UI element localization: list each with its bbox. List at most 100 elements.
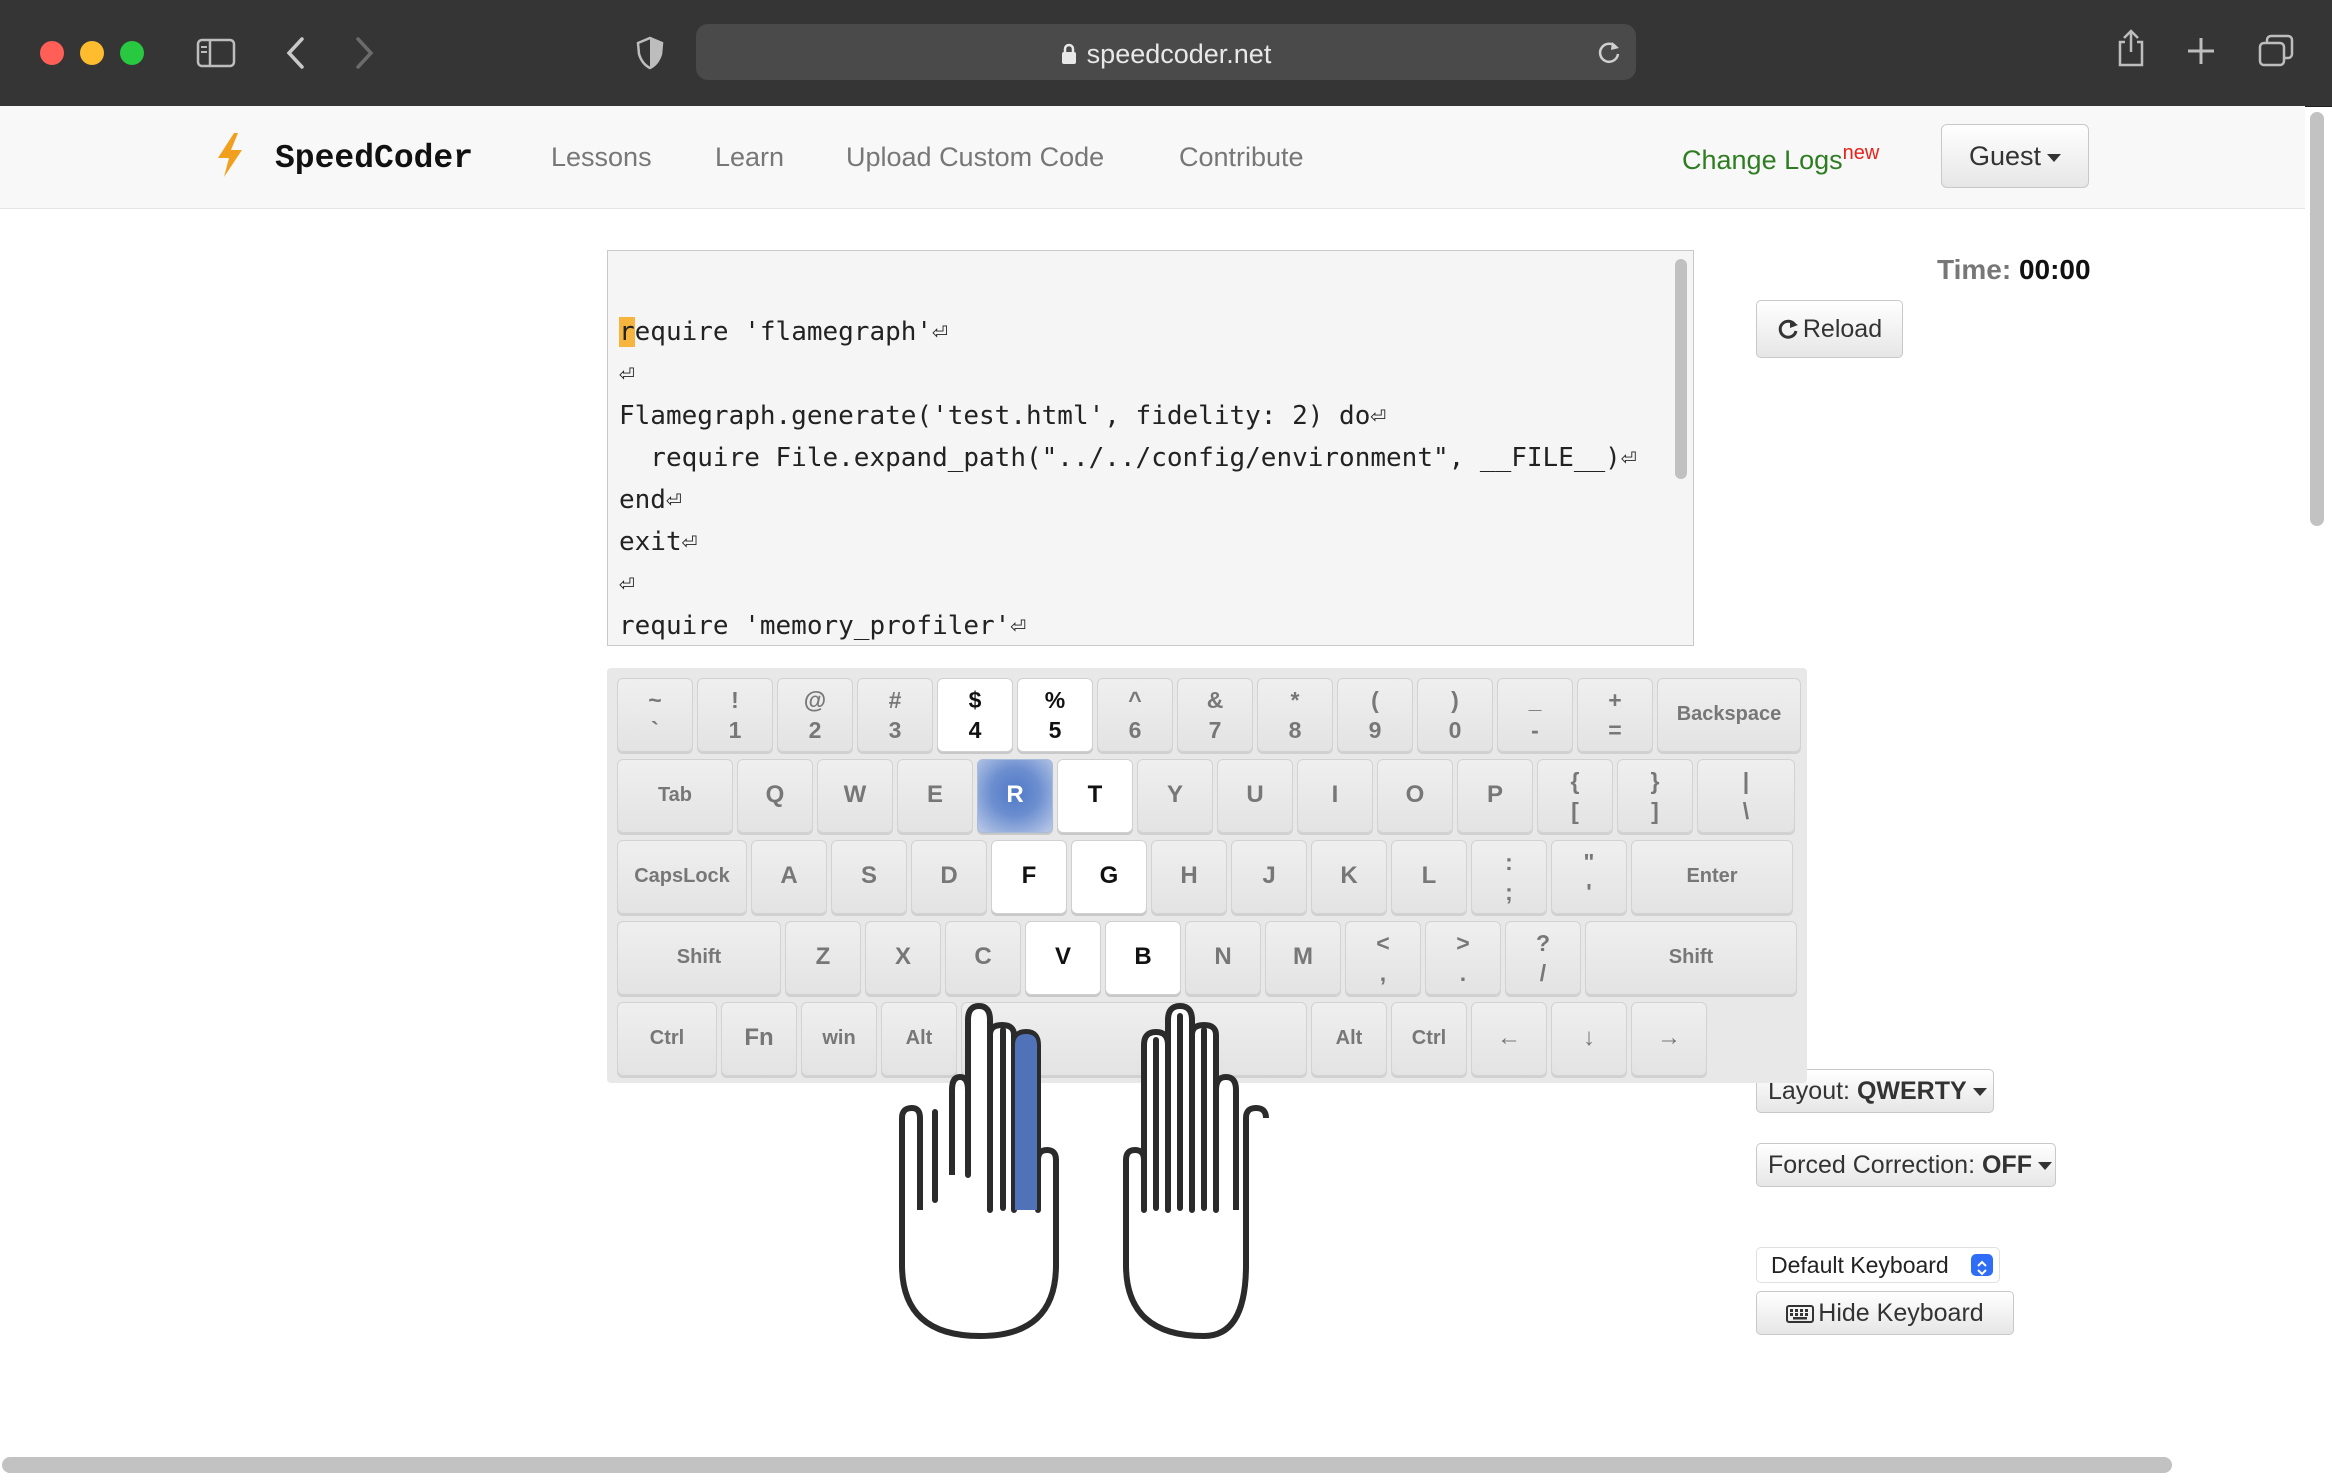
key-enter: Enter xyxy=(1631,840,1793,914)
key-o: O xyxy=(1377,759,1453,833)
key-sym3-9: >. xyxy=(1425,921,1501,995)
key-sym4-7: ← xyxy=(1471,1002,1547,1076)
hide-keyboard-button[interactable]: Hide Keyboard xyxy=(1756,1291,2014,1335)
brand-logo[interactable]: SpeedCoder xyxy=(275,140,473,177)
key-d: D xyxy=(911,840,987,914)
key-alt: Alt xyxy=(881,1002,957,1076)
tab-overview-icon[interactable] xyxy=(2258,34,2294,68)
key-shift-symbol: " xyxy=(1583,849,1595,875)
lightning-bolt-icon xyxy=(218,133,242,177)
key-base-symbol: 9 xyxy=(1368,717,1382,743)
key-base-symbol: 4 xyxy=(968,717,982,743)
key-base-symbol: / xyxy=(1539,960,1547,986)
forward-arrow-icon[interactable] xyxy=(354,36,376,70)
key-base-symbol: 7 xyxy=(1208,717,1222,743)
key-capslock: CapsLock xyxy=(617,840,747,914)
browser-toolbar: speedcoder.net xyxy=(0,0,2332,107)
change-logs-label: Change Logs xyxy=(1682,145,1843,175)
sidebar-toggle-icon[interactable] xyxy=(196,38,236,68)
key-shift-symbol: ~ xyxy=(648,687,662,713)
key-sym1-12: }] xyxy=(1617,759,1693,833)
key-c: C xyxy=(945,921,1021,995)
timer-label: Time: xyxy=(1937,254,2012,285)
zoom-window-button[interactable] xyxy=(120,41,144,65)
forced-correction-label: Forced Correction: xyxy=(1768,1151,1976,1179)
key-shift-symbol: + xyxy=(1608,687,1622,713)
key-w: W xyxy=(817,759,893,833)
key-base-symbol: 3 xyxy=(888,717,902,743)
code-line: require 'memory_profiler'⏎ xyxy=(619,611,1026,641)
nav-upload-custom-code[interactable]: Upload Custom Code xyxy=(846,142,1104,173)
refresh-icon[interactable] xyxy=(1596,39,1622,65)
share-icon[interactable] xyxy=(2116,28,2146,68)
key-k: K xyxy=(1311,840,1387,914)
timer-value: 00:00 xyxy=(2018,254,2091,285)
guest-user-menu[interactable]: Guest xyxy=(1941,124,2089,188)
keyboard-type-select[interactable]: Default Keyboard xyxy=(1756,1247,2000,1283)
nav-contribute[interactable]: Contribute xyxy=(1179,142,1304,173)
key-base-symbol: - xyxy=(1531,717,1539,743)
key-v: V xyxy=(1025,921,1101,995)
key-base-symbol: ` xyxy=(651,717,659,743)
change-logs-link[interactable]: Change Logsnew xyxy=(1682,142,1879,176)
key-base-symbol: 6 xyxy=(1128,717,1142,743)
code-line: end⏎ xyxy=(619,485,682,515)
key-sym2-11: " ' xyxy=(1551,840,1627,914)
code-editor[interactable]: require 'flamegraph'⏎ ⏎ Flamegraph.gener… xyxy=(607,250,1694,646)
site-navbar: SpeedCoder Lessons Learn Upload Custom C… xyxy=(0,106,2305,209)
keyboard-icon xyxy=(1786,1305,1815,1323)
key-m: M xyxy=(1265,921,1341,995)
url-text: speedcoder.net xyxy=(1086,39,1272,69)
privacy-shield-icon[interactable] xyxy=(636,36,664,70)
code-scrollbar[interactable] xyxy=(1675,259,1687,479)
forced-correction-dropdown[interactable]: Forced Correction: OFF xyxy=(1756,1143,2056,1187)
guest-label: Guest xyxy=(1968,141,2042,171)
key-g: G xyxy=(1071,840,1147,914)
key-ctrl: Ctrl xyxy=(1391,1002,1467,1076)
key-shift-symbol: & xyxy=(1206,687,1224,713)
key-shift-symbol: ) xyxy=(1451,687,1459,713)
code-line: ⏎ xyxy=(619,569,635,599)
key-shift-symbol: < xyxy=(1376,930,1390,956)
key-fn: Fn xyxy=(721,1002,797,1076)
key-p: P xyxy=(1457,759,1533,833)
key-j: J xyxy=(1231,840,1307,914)
key-l: L xyxy=(1391,840,1467,914)
key-base-symbol: . xyxy=(1459,960,1467,986)
nav-lessons[interactable]: Lessons xyxy=(551,142,652,173)
select-stepper-icon xyxy=(1971,1254,1993,1276)
key-sym1-11: {[ xyxy=(1537,759,1613,833)
key-shift-symbol: | xyxy=(1742,768,1750,794)
key-shift-symbol: @ xyxy=(803,687,827,713)
key-shift: Shift xyxy=(1585,921,1797,995)
key-5: % 5 xyxy=(1017,678,1093,752)
code-line: require File.expand_path("../../config/e… xyxy=(619,443,1637,473)
close-window-button[interactable] xyxy=(40,41,64,65)
new-tab-icon[interactable] xyxy=(2186,36,2216,66)
key-9: (9 xyxy=(1337,678,1413,752)
code-line: ⏎ xyxy=(619,359,635,389)
key-sym0-11: _ - xyxy=(1497,678,1573,752)
key-z: Z xyxy=(785,921,861,995)
key-x: X xyxy=(865,921,941,995)
key-sym4-9: → xyxy=(1631,1002,1707,1076)
reload-label: Reload xyxy=(1802,315,1883,343)
layout-value: QWERTY xyxy=(1856,1077,1967,1105)
key-8: * 8 xyxy=(1257,678,1333,752)
page-vertical-scrollbar[interactable] xyxy=(2310,112,2324,526)
address-bar[interactable]: speedcoder.net xyxy=(696,24,1636,80)
key-sym0-0: ~ ` xyxy=(617,678,693,752)
nav-learn[interactable]: Learn xyxy=(715,142,784,173)
reload-button[interactable]: Reload xyxy=(1756,300,1903,358)
key-e: E xyxy=(897,759,973,833)
key-shift-symbol: } xyxy=(1650,768,1660,794)
code-line: Flamegraph.generate('test.html', fidelit… xyxy=(619,401,1387,431)
key-shift-symbol: _ xyxy=(1528,687,1542,713)
back-arrow-icon[interactable] xyxy=(284,36,306,70)
key-alt: Alt xyxy=(1311,1002,1387,1076)
key-shift-symbol: { xyxy=(1570,768,1580,794)
caret-down-icon xyxy=(2037,1162,2052,1171)
minimize-window-button[interactable] xyxy=(80,41,104,65)
key-shift-symbol: : xyxy=(1505,849,1513,875)
page-horizontal-scrollbar[interactable] xyxy=(2,1457,2172,1473)
